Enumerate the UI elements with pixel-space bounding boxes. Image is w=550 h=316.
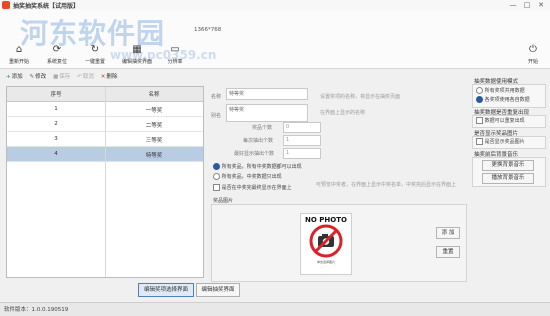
restart-button[interactable]: ⌂ 重新开始: [4, 44, 34, 74]
change-music-button[interactable]: 更换背景音乐: [482, 160, 534, 171]
count-stepper[interactable]: 0: [283, 122, 321, 133]
edit-icon: ✎: [29, 74, 35, 80]
maximize-button[interactable]: □: [520, 0, 534, 10]
app-icon: [2, 1, 10, 9]
home-icon: ⌂: [15, 44, 23, 55]
no-photo-text: NO PHOTO: [305, 216, 347, 224]
awards-table: 序号 名称 1 一等奖 2 二等奖 3 三等奖 4 特等奖: [6, 86, 204, 278]
image-section-label: 奖品图片: [213, 198, 234, 204]
clear-image-button[interactable]: 重置: [436, 246, 460, 258]
repeat-checkbox[interactable]: 数据可以重复出现: [476, 117, 525, 124]
show-count-stepper[interactable]: 1: [283, 148, 321, 159]
row-name: 三等奖: [145, 138, 163, 144]
radio-selected: [476, 96, 483, 103]
column-divider: [105, 87, 106, 277]
row-name: 二等奖: [145, 123, 163, 129]
cancel-label: 取消: [82, 74, 94, 80]
draw-mode-option-once[interactable]: 所有奖品，中奖数据只出现: [213, 173, 282, 180]
row-name: 一等奖: [145, 108, 163, 114]
show-count-label: 最好显示抽出个数: [234, 151, 275, 157]
refresh-icon: ↻: [90, 44, 100, 55]
save-button[interactable]: ■保存: [53, 72, 70, 80]
cancel-button[interactable]: ↶取消: [77, 72, 94, 80]
resolution-label: 分辨率: [167, 59, 183, 65]
row-index: 1: [54, 106, 58, 112]
minimize-button[interactable]: —: [506, 0, 520, 10]
edit-draw-screen-button[interactable]: ▦ 编辑抽奖界面: [118, 44, 156, 74]
edit-label: 修改: [35, 74, 47, 80]
restart-label: 重新开始: [8, 59, 29, 65]
start-button[interactable]: ⏻ 开始: [520, 44, 546, 74]
edit-draw-screen-label: 编辑抽奖界面: [121, 59, 152, 65]
power-icon: ⏻: [529, 44, 537, 55]
column-header-index[interactable]: 序号: [7, 90, 105, 98]
data-mode-separate[interactable]: 各奖项使用各自数据: [476, 96, 530, 103]
checkbox: [476, 138, 483, 145]
close-button[interactable]: ✕: [534, 0, 548, 10]
row-index: 3: [54, 136, 58, 142]
start-label: 开始: [527, 59, 538, 65]
action-bar: +添加 ✎修改 ■保存 ↶取消 ✕删除: [6, 72, 122, 82]
edit-button[interactable]: ✎修改: [30, 72, 47, 80]
edit-awards-screen-button[interactable]: 编辑奖项选择界面: [138, 283, 194, 297]
show-final-checkbox[interactable]: 是否在中奖完最终显示在界面上: [213, 184, 292, 191]
one-key-reset-label: 一键重置: [84, 59, 105, 65]
per-draw-stepper[interactable]: 1: [283, 135, 321, 146]
draw-mode-option-all[interactable]: 所有奖品，所有中奖数据都可以出现: [213, 163, 302, 170]
reset-icon: ⟳: [52, 44, 62, 55]
radio-selected: [213, 163, 220, 170]
add-button[interactable]: +添加: [6, 72, 23, 80]
display-icon: ▭: [170, 44, 180, 55]
status-bar: [0, 302, 550, 316]
name-note: 设置奖项的名称，将显示在抽奖页面: [320, 94, 401, 100]
show-final-note: 可预览中奖者，在界面上显示中奖名单，中奖完后显示在界面上: [316, 182, 457, 188]
row-name: 特等奖: [145, 153, 163, 159]
show-image-checkbox[interactable]: 是否显示奖品图片: [476, 138, 525, 145]
window-title: 抽奖抽奖系统【试用版】: [13, 3, 80, 10]
radio-unselected: [213, 173, 220, 180]
add-image-button[interactable]: 添 加: [436, 227, 460, 239]
row-index: 2: [54, 121, 58, 127]
edit-draw-interface-button[interactable]: 编辑抽奖界面: [196, 283, 240, 297]
resolution-button[interactable]: ▭ 分辨率: [160, 44, 190, 74]
delete-icon: ✕: [100, 74, 106, 80]
add-icon: +: [6, 74, 11, 80]
data-mode-shared[interactable]: 所有奖项共用数据: [476, 87, 525, 94]
row-index: 4: [54, 151, 58, 157]
undo-icon: ↶: [77, 74, 82, 80]
edit-screen-icon: ▦: [132, 44, 142, 55]
delete-label: 删除: [106, 74, 118, 80]
data-mode-separate-label: 各奖项使用各自数据: [484, 97, 530, 103]
system-reset-label: 系统复位: [46, 59, 67, 65]
add-label: 添加: [11, 74, 23, 80]
system-reset-button[interactable]: ⟳ 系统复位: [42, 44, 72, 74]
radio-unselected: [476, 87, 483, 94]
show-final-label: 是否在中奖完最终显示在界面上: [221, 185, 292, 191]
one-key-reset-button[interactable]: ↻ 一键重置: [80, 44, 110, 74]
save-icon: ■: [53, 74, 59, 80]
repeat-label: 数据可以重复出现: [484, 118, 525, 124]
checkbox: [476, 117, 483, 124]
data-mode-shared-label: 所有奖项共用数据: [484, 88, 525, 94]
show-image-label: 是否显示奖品图片: [484, 139, 525, 145]
delete-button[interactable]: ✕删除: [101, 72, 118, 80]
draw-mode-option-once-label: 所有奖品，中奖数据只出现: [221, 174, 282, 180]
per-draw-label: 每次抽出个数: [243, 138, 274, 144]
version-text: 软件版本：1.0.0.190519: [4, 307, 69, 313]
checkbox: [213, 184, 220, 191]
resolution-value: 1366*768: [194, 27, 222, 33]
name-input[interactable]: 特等奖: [226, 88, 308, 100]
draw-mode-option-all-label: 所有奖品，所有中奖数据都可以出现: [221, 164, 302, 170]
save-label: 保存: [59, 74, 71, 80]
award-image-placeholder[interactable]: NO PHOTO 单击选择图片: [300, 213, 352, 275]
no-camera-icon: [309, 224, 343, 258]
alias-note: 在界面上显示的名称: [320, 110, 366, 116]
alias-input[interactable]: 特等奖: [226, 104, 308, 122]
column-header-name[interactable]: 名称: [105, 90, 203, 98]
count-label: 奖品个数: [252, 125, 273, 131]
no-photo-caption: 单击选择图片: [316, 260, 335, 264]
alias-label: 别名: [211, 113, 222, 119]
play-music-button[interactable]: 播放背景音乐: [482, 173, 534, 184]
name-label: 名称: [211, 94, 222, 100]
